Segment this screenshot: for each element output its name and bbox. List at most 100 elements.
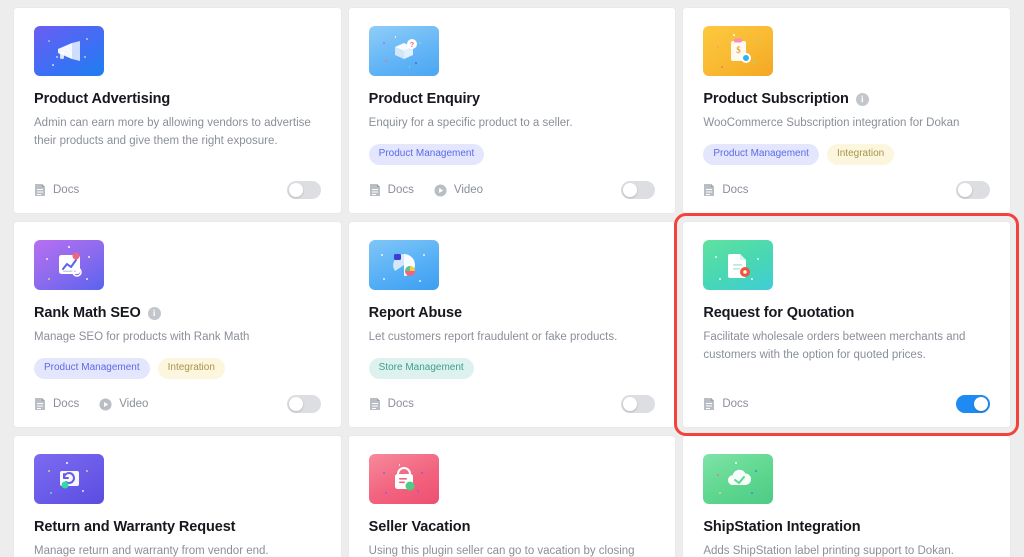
module-card-shipstation-integration[interactable]: ShipStation Integration Adds ShipStation… [683, 436, 1010, 557]
module-title-row: Request for Quotation [703, 305, 990, 322]
module-description: Facilitate wholesale orders between merc… [703, 331, 966, 361]
docs-label: Docs [53, 398, 80, 410]
module-toggle[interactable] [286, 395, 321, 413]
module-card-seller-vacation[interactable]: Seller Vacation Using this plugin seller… [348, 436, 676, 557]
docs-icon [369, 184, 380, 196]
module-title: Product Subscription [703, 91, 849, 107]
module-tag[interactable]: Integration [157, 357, 225, 379]
module-title-row: Product Advertising [34, 91, 321, 108]
module-footer: Docs [703, 181, 990, 199]
module-description: Manage return and warranty from vendor e… [34, 545, 269, 557]
toggle-knob [623, 397, 638, 411]
module-tag[interactable]: Integration [826, 143, 895, 165]
docs-icon [704, 398, 715, 410]
info-icon[interactable]: i [855, 93, 869, 107]
module-tags: Product Management [368, 143, 656, 165]
module-thumbnail [368, 454, 439, 504]
module-title-row: Seller Vacation [369, 519, 656, 536]
modules-grid: Product Advertising Admin can earn more … [0, 0, 1024, 557]
module-tag[interactable]: Product Management [703, 143, 819, 165]
docs-link[interactable]: Docs [34, 397, 79, 411]
toggle-knob [623, 183, 638, 197]
module-toggle[interactable] [621, 395, 656, 413]
megaphone-icon [34, 26, 104, 76]
module-title-row: Report Abuse [369, 305, 656, 322]
module-thumbnail [703, 454, 774, 504]
module-title: Product Advertising [34, 91, 171, 107]
module-footer: Docs [34, 181, 321, 199]
vacation-shop-icon [369, 454, 439, 504]
module-tag[interactable]: Product Management [368, 143, 485, 165]
docs-icon [704, 184, 715, 196]
shipstation-cloud-icon [703, 454, 773, 504]
module-description: Adds ShipStation label printing support … [703, 545, 954, 557]
module-title-row: Return and Warranty Request [34, 519, 321, 536]
video-label: Video [453, 184, 484, 196]
module-card-report-abuse[interactable]: Report Abuse Let customers report fraudu… [348, 222, 676, 427]
module-tag[interactable]: Product Management [34, 357, 150, 379]
module-card-request-for-quotation[interactable]: Request for Quotation Facilitate wholesa… [674, 213, 1019, 436]
subscription-document-icon: $ [703, 26, 773, 76]
docs-link[interactable]: Docs [369, 397, 414, 411]
docs-label: Docs [722, 398, 749, 410]
svg-text:$: $ [737, 45, 742, 55]
box-question-icon: ? [369, 26, 439, 76]
docs-label: Docs [387, 184, 414, 196]
docs-label: Docs [722, 184, 749, 196]
docs-link[interactable]: Docs [34, 183, 79, 197]
toggle-knob [288, 183, 303, 197]
quotation-document-icon [703, 240, 773, 290]
module-title: ShipStation Integration [703, 519, 861, 535]
module-tags: Store Management [368, 357, 656, 379]
module-description: Enquiry for a specific product to a sell… [368, 117, 573, 130]
module-card-rank-math-seo[interactable]: Rank Math SEO i Manage SEO for products … [14, 222, 341, 427]
module-toggle[interactable] [621, 181, 656, 199]
docs-label: Docs [387, 398, 414, 410]
module-title: Rank Math SEO [34, 305, 141, 321]
module-description: Manage SEO for products with Rank Math [34, 331, 250, 344]
docs-link[interactable]: Docs [369, 183, 414, 197]
docs-icon [35, 398, 45, 410]
module-title-row: Rank Math SEO i [34, 305, 321, 322]
module-card-product-enquiry[interactable]: ? Product Enquiry Enquiry for a specific… [348, 8, 676, 213]
module-thumbnail: $ [703, 26, 774, 76]
docs-link[interactable]: Docs [703, 183, 749, 197]
video-link[interactable]: Video [99, 397, 148, 411]
module-toggle[interactable] [286, 181, 321, 199]
module-title: Seller Vacation [368, 519, 471, 535]
module-thumbnail: ? [368, 26, 439, 76]
module-card-return-and-warranty-request[interactable]: Return and Warranty Request Manage retur… [14, 436, 341, 557]
module-toggle[interactable] [955, 395, 990, 413]
module-thumbnail [34, 240, 104, 290]
module-thumbnail [34, 26, 104, 76]
report-pie-icon [369, 240, 439, 290]
module-card-product-subscription[interactable]: $ Product Subscription i WooCommerce Sub… [683, 8, 1010, 213]
svg-text:?: ? [410, 42, 414, 49]
docs-icon [35, 184, 45, 196]
toggle-knob [288, 397, 303, 411]
docs-icon [369, 398, 380, 410]
module-thumbnail [368, 240, 439, 290]
docs-link[interactable]: Docs [703, 397, 749, 411]
module-tag[interactable]: Store Management [368, 357, 474, 379]
module-toggle[interactable] [955, 181, 990, 199]
video-link[interactable]: Video [434, 183, 484, 197]
module-tags: Product Management Integration [703, 143, 990, 165]
module-title-row: ShipStation Integration [703, 519, 990, 536]
module-footer: Docs Video [34, 395, 321, 413]
module-title-row: Product Enquiry [369, 91, 656, 108]
toggle-knob [973, 397, 988, 411]
module-description: Let customers report fraudulent or fake … [368, 331, 618, 344]
toggle-knob [957, 183, 972, 197]
video-icon [434, 183, 447, 197]
module-card-product-advertising[interactable]: Product Advertising Admin can earn more … [14, 8, 341, 213]
module-thumbnail [703, 240, 774, 290]
return-box-icon [34, 454, 104, 504]
video-icon [99, 397, 112, 411]
module-footer: Docs [369, 395, 656, 413]
module-thumbnail [34, 454, 104, 504]
info-icon[interactable]: i [147, 307, 161, 321]
module-footer: Docs Video [369, 181, 656, 199]
seo-chart-icon [34, 240, 104, 290]
module-title: Request for Quotation [703, 305, 855, 321]
